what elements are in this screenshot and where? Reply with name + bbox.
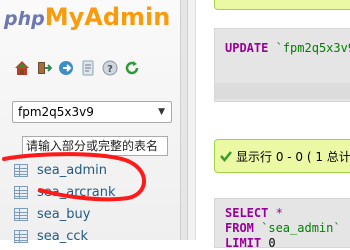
table-filter-input[interactable]: 请输入部分或完整的表名	[22, 136, 168, 156]
table-icon	[14, 163, 28, 177]
main-left-gutter	[188, 0, 196, 240]
table-icon	[14, 207, 28, 221]
success-message: 显示行 0 - 0 ( 1 总计	[214, 139, 350, 173]
docs-icon[interactable]	[80, 60, 96, 76]
sql-keyword: UPDATE	[225, 41, 269, 55]
sql-line-select: SELECT *	[225, 206, 283, 220]
navigation-panel: phpMyAdmin ? fpm2q5x3v9 ▼ 请输入部分或完整的表名 se…	[0, 0, 180, 244]
logo-myadmin-text: MyAdmin	[44, 3, 171, 31]
help-icon[interactable]: ?	[102, 60, 118, 76]
sql-query-box-select: SELECT * FROM `sea_admin` LIMIT 0	[214, 198, 350, 250]
table-item-label: sea_admin	[37, 162, 107, 178]
table-item-label: sea_buy	[37, 206, 91, 222]
table-icon	[14, 185, 28, 199]
top-notice-box	[214, 0, 350, 10]
sql-keyword: SELECT	[225, 206, 269, 220]
phpmyadmin-logo[interactable]: phpMyAdmin	[4, 2, 174, 32]
home-icon[interactable]	[14, 60, 30, 76]
database-select[interactable]: fpm2q5x3v9 ▼	[12, 101, 172, 123]
table-item-sea-cck[interactable]: sea_cck	[14, 227, 164, 245]
sql-table-name: `sea_admin`	[253, 221, 341, 235]
svg-text:?: ?	[107, 64, 113, 75]
sql-limit-value: 0	[261, 236, 276, 250]
sql-line-from: FROM `sea_admin`	[225, 221, 341, 235]
logo-php-text: php	[4, 8, 45, 30]
table-item-sea-arcrank[interactable]: sea_arcrank	[14, 183, 164, 201]
query-window-icon[interactable]	[58, 60, 74, 76]
panel-resize-handle[interactable]	[180, 0, 188, 240]
table-icon	[14, 229, 28, 243]
table-item-sea-admin[interactable]: sea_admin	[14, 161, 164, 179]
table-item-label: sea_arcrank	[37, 184, 116, 200]
sql-line-update: UPDATE `fpm2q5x3v9`	[225, 41, 350, 55]
success-text: 显示行 0 - 0 ( 1 总计	[236, 149, 350, 164]
check-icon	[220, 151, 232, 162]
chevron-down-icon: ▼	[158, 107, 165, 117]
sql-box-footer	[215, 83, 350, 99]
database-select-value: fpm2q5x3v9	[18, 105, 94, 119]
table-item-label: sea_cck	[37, 228, 89, 244]
sql-line-limit: LIMIT 0	[225, 236, 276, 250]
table-item-sea-buy[interactable]: sea_buy	[14, 205, 164, 223]
sql-table-name: `fpm2q5x3v9`	[275, 41, 350, 55]
sql-select-star: *	[268, 206, 283, 220]
sql-keyword: FROM	[225, 221, 254, 235]
main-panel: UPDATE `fpm2q5x3v9` 显示行 0 - 0 ( 1 总计 SEL…	[196, 0, 350, 250]
sql-query-box-update: UPDATE `fpm2q5x3v9`	[214, 28, 350, 102]
sql-keyword: LIMIT	[225, 236, 262, 250]
reload-icon[interactable]	[124, 60, 140, 76]
logout-icon[interactable]	[36, 60, 52, 76]
